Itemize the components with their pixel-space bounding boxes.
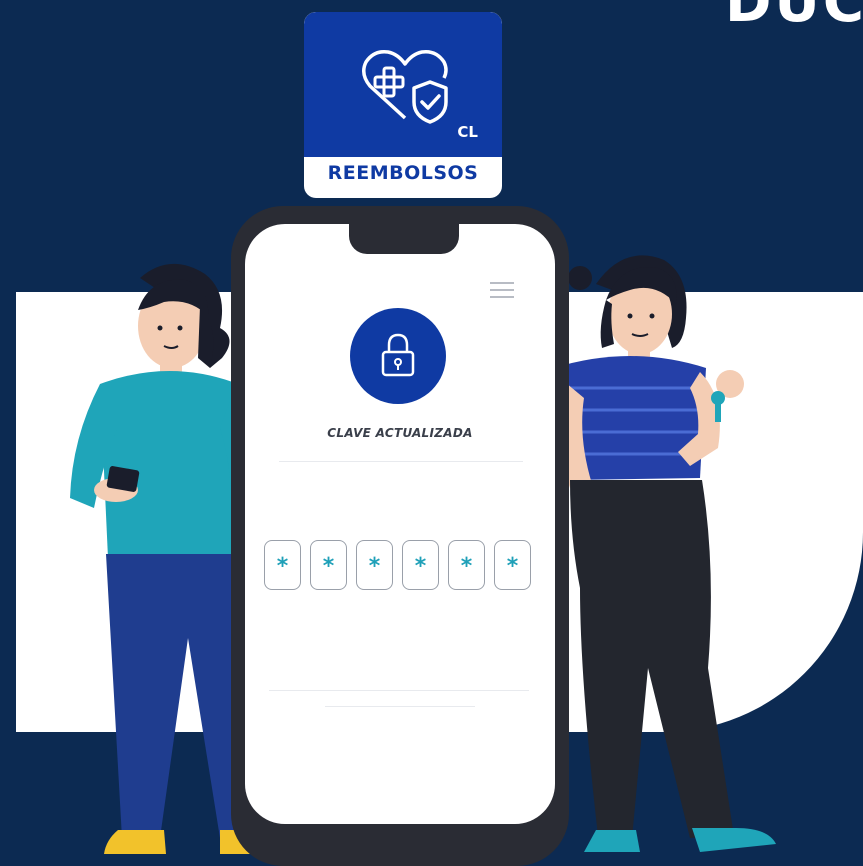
pin-digit[interactable]: * <box>264 540 301 590</box>
pin-code-row: * * * * * * <box>264 540 538 592</box>
country-code: CL <box>457 123 478 141</box>
phone-notch <box>349 224 459 254</box>
woman-illustration <box>554 255 776 852</box>
divider <box>269 690 529 691</box>
heart-medical-shield-icon <box>362 49 448 124</box>
padlock-icon <box>381 333 415 377</box>
app-card[interactable]: CL REEMBOLSOS <box>304 12 502 198</box>
pin-digit[interactable]: * <box>402 540 439 590</box>
divider <box>325 706 475 707</box>
app-card-header: CL <box>304 12 502 157</box>
hamburger-menu-icon[interactable] <box>490 282 514 300</box>
phone-mockup: CLAVE ACTUALIZADA * * * * * * <box>231 206 569 866</box>
app-name: REEMBOLSOS <box>327 162 479 184</box>
lock-badge <box>350 308 446 404</box>
phone-screen: CLAVE ACTUALIZADA * * * * * * <box>245 224 555 824</box>
corner-heading-fragment: DUC <box>724 0 863 35</box>
status-message: CLAVE ACTUALIZADA <box>327 426 473 440</box>
pin-digit[interactable]: * <box>356 540 393 590</box>
pin-digit[interactable]: * <box>494 540 531 590</box>
pin-digit[interactable]: * <box>448 540 485 590</box>
pin-digit[interactable]: * <box>310 540 347 590</box>
divider <box>279 461 523 462</box>
